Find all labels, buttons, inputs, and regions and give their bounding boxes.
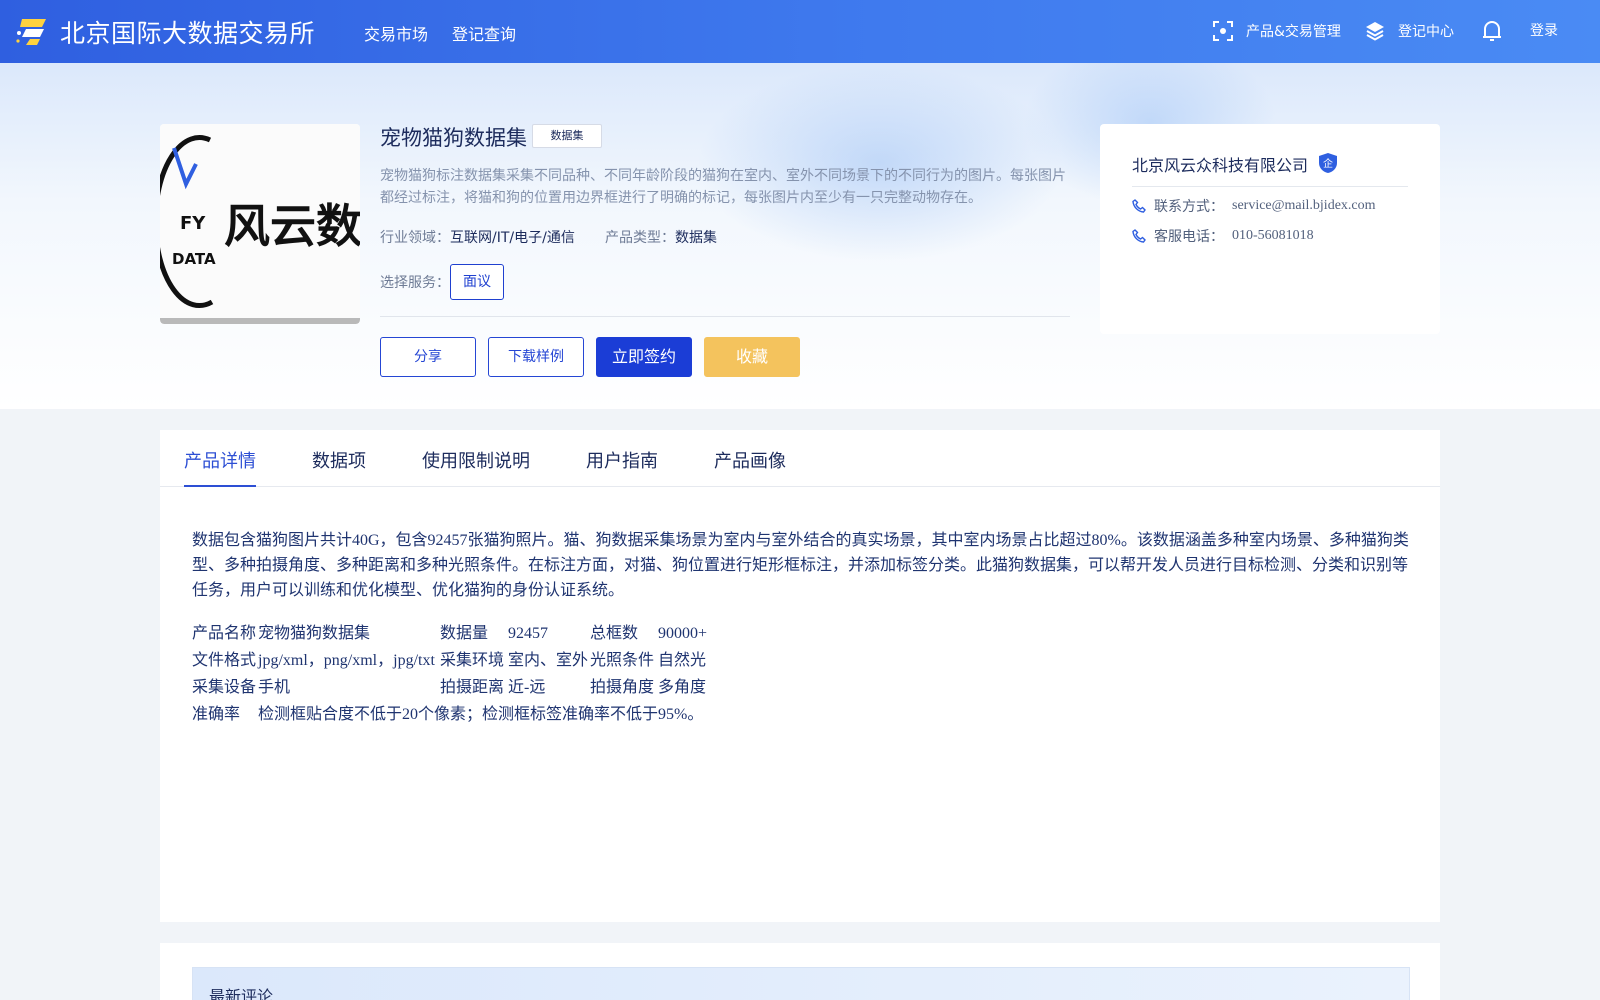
spec-value: 宠物猫狗数据集 — [258, 625, 371, 642]
industry-value: 互联网/IT/电子/通信 — [450, 230, 575, 246]
product-cover-image: FY DATA 风云数据 — [160, 124, 360, 324]
brand-title[interactable]: 北京国际大数据交易所 — [60, 14, 315, 50]
company-divider — [1132, 186, 1408, 187]
phone-number: 010-56081018 — [1232, 228, 1314, 243]
detail-tabs: 产品详情 数据项 使用限制说明 用户指南 产品画像 — [160, 430, 1440, 487]
spec-key: 产品名称 — [192, 625, 257, 642]
phone-label: 客服电话： — [1154, 229, 1224, 245]
fengyun-data-logo-icon: FY DATA 风云数据 — [160, 124, 360, 318]
spec-key: 光照条件 — [590, 652, 655, 669]
spec-key: 拍摄角度 — [590, 679, 655, 696]
product-type-value: 数据集 — [675, 230, 717, 246]
sign-now-button[interactable]: 立即签约 — [596, 337, 692, 377]
spec-key: 准确率 — [192, 706, 241, 723]
product-detail-text: 数据包含猫狗图片共计40G，包含92457张猫狗照片。猫、狗数据采集场景为室内与… — [192, 532, 1409, 599]
spec-value: jpg/xml，png/xml，jpg/txt — [258, 652, 435, 669]
contact-email-row: 联系方式： service@mail.bjidex.com — [1132, 196, 1376, 216]
tab-usage-restrictions[interactable]: 使用限制说明 — [422, 447, 530, 473]
registry-center-label: 登记中心 — [1398, 24, 1454, 40]
share-button[interactable]: 分享 — [380, 337, 476, 377]
product-type-tag: 数据集 — [532, 124, 602, 148]
product-description: 宠物猫狗标注数据集采集不同品种、不同年龄阶段的猫狗在室内、室外不同场景下的不同行… — [380, 168, 1066, 206]
service-label: 选择服务： — [380, 275, 450, 291]
active-tab-indicator — [184, 485, 256, 487]
top-navbar: 北京国际大数据交易所 交易市场 登记查询 产品&交易管理 登记中心 登录 — [0, 0, 1600, 63]
bell-icon[interactable] — [1481, 19, 1503, 43]
phone-icon — [1132, 229, 1146, 243]
nav-registry-query[interactable]: 登记查询 — [452, 21, 516, 45]
tab-user-guide[interactable]: 用户指南 — [586, 447, 658, 473]
industry-label: 行业领域： — [380, 230, 450, 246]
logo-sub-fy: FY — [180, 213, 206, 234]
product-type-label: 产品类型： — [605, 230, 675, 246]
nav-trade-market[interactable]: 交易市场 — [364, 21, 428, 45]
spec-value: 90000+ — [658, 625, 708, 642]
logo-sub-data: DATA — [172, 250, 216, 268]
contact-phone-row: 客服电话： 010-56081018 — [1132, 226, 1314, 246]
comments-title: 最新评论 — [209, 987, 274, 1000]
favorite-button[interactable]: 收藏 — [704, 337, 800, 377]
spec-key: 拍摄距离 — [440, 679, 505, 696]
tab-data-items[interactable]: 数据项 — [312, 447, 366, 473]
product-trade-management-label: 产品&交易管理 — [1246, 24, 1341, 40]
bjidex-logo-icon[interactable] — [16, 15, 52, 47]
logo-text: 风云数据 — [224, 199, 360, 253]
spec-key: 采集设备 — [192, 679, 257, 696]
spec-key: 总框数 — [590, 625, 639, 642]
download-sample-button[interactable]: 下载样例 — [488, 337, 584, 377]
comments-section: 最新评论 — [160, 943, 1440, 1000]
spec-key: 采集环境 — [440, 652, 505, 669]
spec-value: 手机 — [258, 679, 291, 696]
comments-header: 最新评论 — [192, 967, 1410, 1000]
image-shadow — [160, 318, 360, 324]
service-option-negotiable[interactable]: 面议 — [450, 264, 504, 300]
enterprise-verified-icon: 企 — [1319, 153, 1337, 173]
login-label: 登录 — [1530, 23, 1558, 39]
contact-label: 联系方式： — [1154, 199, 1224, 215]
company-card: 北京风云众科技有限公司 企 联系方式： service@mail.bjidex.… — [1100, 124, 1440, 334]
company-name[interactable]: 北京风云众科技有限公司 — [1132, 152, 1308, 176]
product-trade-management-link[interactable]: 产品&交易管理 — [1212, 20, 1341, 42]
product-detail-panel: 产品详情 数据项 使用限制说明 用户指南 产品画像 数据包含猫狗图片共计40G，… — [160, 430, 1440, 922]
enterprise-badge-text: 企 — [1323, 157, 1333, 170]
contact-email[interactable]: service@mail.bjidex.com — [1232, 198, 1376, 214]
registry-center-link[interactable]: 登记中心 — [1364, 20, 1454, 42]
scan-focus-icon — [1213, 21, 1233, 41]
product-type-field: 产品类型：数据集 — [605, 227, 717, 247]
divider — [380, 316, 1070, 317]
product-title: 宠物猫狗数据集 — [380, 126, 527, 150]
spec-value: 自然光 — [658, 652, 707, 669]
login-link[interactable]: 登录 — [1530, 20, 1558, 40]
spec-key: 文件格式 — [192, 652, 257, 669]
phone-icon — [1132, 199, 1146, 213]
tab-product-profile[interactable]: 产品画像 — [714, 447, 786, 473]
spec-value: 92457 — [508, 625, 548, 642]
spec-value: 多角度 — [658, 679, 707, 696]
spec-value: 检测框贴合度不低于20个像素；检测框标签准确率不低于95%。 — [258, 706, 704, 723]
spec-value: 近-远 — [508, 679, 546, 696]
tab-product-details[interactable]: 产品详情 — [184, 447, 256, 473]
spec-key: 数据量 — [440, 625, 489, 642]
spec-value: 室内、室外 — [508, 652, 589, 669]
layers-icon — [1366, 22, 1384, 41]
industry-field: 行业领域：互联网/IT/电子/通信 — [380, 227, 575, 247]
